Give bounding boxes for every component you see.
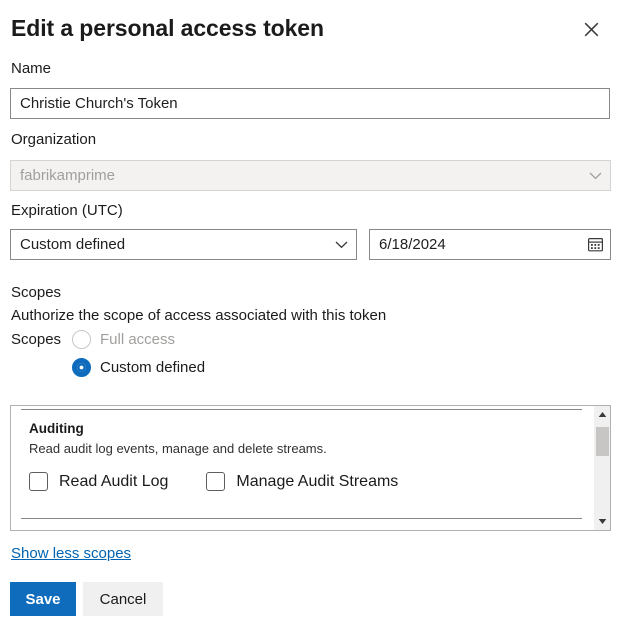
checkbox-read-audit-log[interactable]: Read Audit Log xyxy=(29,472,168,491)
checkbox-manage-audit-streams-label: Manage Audit Streams xyxy=(236,473,398,491)
name-input[interactable]: Christie Church's Token xyxy=(10,88,610,119)
scopes-radio-group-label: Scopes xyxy=(11,331,61,349)
scope-group-divider-top xyxy=(21,409,582,410)
name-label: Name xyxy=(11,60,51,78)
radio-full-access: Full access xyxy=(72,330,175,349)
radio-indicator-on xyxy=(72,358,91,377)
radio-custom-defined-label: Custom defined xyxy=(100,359,205,376)
scroll-up-arrow-icon[interactable] xyxy=(594,406,611,423)
checkbox-indicator xyxy=(206,472,225,491)
scrollbar-thumb[interactable] xyxy=(596,427,609,456)
chevron-down-icon xyxy=(587,167,604,184)
edit-pat-dialog: Edit a personal access token Name Christ… xyxy=(0,0,621,626)
scopes-scroll-area: Auditing Read audit log events, manage a… xyxy=(11,406,592,530)
expiration-label: Expiration (UTC) xyxy=(11,202,123,220)
checkbox-indicator xyxy=(29,472,48,491)
scope-checkbox-row: Read Audit Log Manage Audit Streams xyxy=(29,472,592,491)
expiration-date-value: 6/18/2024 xyxy=(379,236,446,253)
scroll-down-arrow-icon[interactable] xyxy=(594,513,611,530)
cancel-button[interactable]: Cancel xyxy=(83,582,163,616)
scope-group-auditing: Auditing Read audit log events, manage a… xyxy=(11,406,592,491)
organization-value: fabrikamprime xyxy=(20,167,115,184)
scope-group-description: Read audit log events, manage and delete… xyxy=(29,440,592,458)
show-less-scopes-link[interactable]: Show less scopes xyxy=(11,545,131,562)
checkbox-manage-audit-streams[interactable]: Manage Audit Streams xyxy=(206,472,398,491)
calendar-icon[interactable] xyxy=(587,236,604,253)
close-icon xyxy=(584,22,599,37)
scopes-heading: Scopes xyxy=(11,284,61,302)
dialog-header: Edit a personal access token xyxy=(11,12,609,46)
scopes-description: Authorize the scope of access associated… xyxy=(11,307,386,325)
chevron-down-icon xyxy=(333,236,350,253)
scopes-scrollbar[interactable] xyxy=(593,406,610,530)
expiration-preset-value: Custom defined xyxy=(20,236,125,253)
expiration-preset-dropdown[interactable]: Custom defined xyxy=(10,229,357,260)
organization-label: Organization xyxy=(11,131,96,149)
scopes-list-panel: Auditing Read audit log events, manage a… xyxy=(10,405,611,531)
name-input-value: Christie Church's Token xyxy=(20,95,178,112)
checkbox-read-audit-log-label: Read Audit Log xyxy=(59,473,168,491)
scope-group-divider-bottom xyxy=(21,518,582,519)
organization-dropdown: fabrikamprime xyxy=(10,160,611,191)
radio-custom-defined[interactable]: Custom defined xyxy=(72,358,205,377)
page-title: Edit a personal access token xyxy=(11,12,609,44)
radio-indicator-off xyxy=(72,330,91,349)
expiration-date-input[interactable]: 6/18/2024 xyxy=(369,229,611,260)
radio-full-access-label: Full access xyxy=(100,331,175,348)
close-button[interactable] xyxy=(575,13,607,45)
save-button[interactable]: Save xyxy=(10,582,76,616)
scope-group-title: Auditing xyxy=(29,420,592,438)
